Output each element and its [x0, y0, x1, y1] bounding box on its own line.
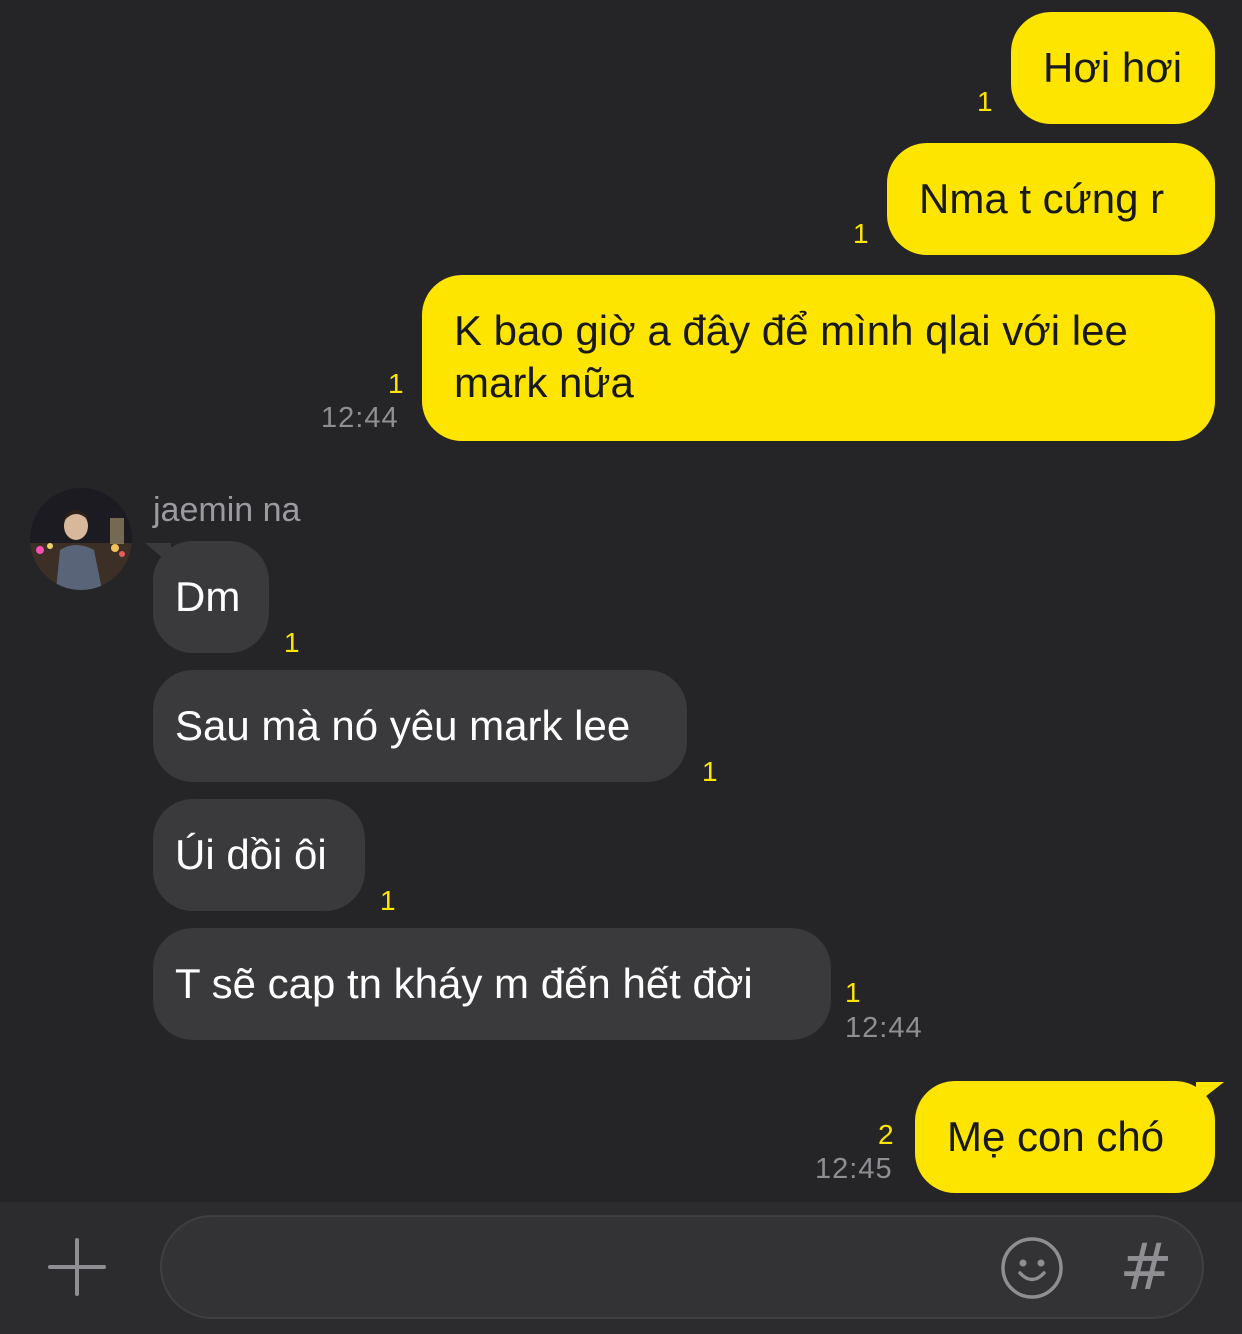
smiley-icon	[1001, 1237, 1063, 1299]
message-bubble-incoming[interactable]: Sau mà nó yêu mark lee	[153, 670, 687, 782]
message-bubble-incoming[interactable]: T sẽ cap tn kháy m đến hết đời	[153, 928, 831, 1040]
message-timestamp: 12:44	[845, 1012, 923, 1044]
message-bubble-outgoing[interactable]: Mẹ con chó	[915, 1081, 1215, 1193]
message-bubble-outgoing[interactable]: K bao giờ a đây để mình qlai với lee mar…	[422, 275, 1215, 441]
unread-count: 1	[284, 627, 300, 658]
contact-avatar[interactable]	[30, 488, 132, 590]
chat-area[interactable]: Hơi hơi 1 Nma t cứng r 1 K bao giờ a đây…	[0, 0, 1242, 1202]
unread-count: 1	[853, 218, 869, 249]
message-bubble-outgoing[interactable]: Nma t cứng r	[887, 143, 1215, 255]
message-text: Hơi hơi	[1043, 44, 1183, 91]
plus-icon	[48, 1238, 106, 1296]
unread-count: 1	[977, 86, 993, 117]
message-input[interactable]	[192, 1243, 996, 1295]
unread-count: 1	[380, 885, 396, 916]
hashtag-search-button[interactable]: #	[1118, 1236, 1174, 1300]
message-bubble-incoming[interactable]: Dm	[153, 541, 269, 653]
message-text: Sau mà nó yêu mark lee	[175, 702, 631, 749]
unread-count: 1	[845, 977, 861, 1008]
message-text: Nma t cứng r	[919, 175, 1165, 222]
message-text: Úi dồi ôi	[175, 831, 327, 878]
profile-photo-icon	[30, 488, 132, 590]
message-text: Dm	[175, 573, 241, 620]
message-timestamp: 12:45	[815, 1153, 893, 1185]
contact-name: jaemin na	[153, 491, 301, 529]
unread-count: 2	[878, 1119, 894, 1150]
message-text: K bao giờ a đây để mình qlai với lee mar…	[454, 307, 1128, 406]
message-bubble-outgoing[interactable]: Hơi hơi	[1011, 12, 1215, 124]
unread-count: 1	[388, 368, 404, 399]
unread-count: 1	[702, 756, 718, 787]
emoji-button[interactable]	[1000, 1236, 1064, 1300]
message-text: Mẹ con chó	[947, 1113, 1165, 1160]
message-timestamp: 12:44	[321, 402, 399, 434]
attach-button[interactable]	[48, 1238, 106, 1296]
message-bubble-incoming[interactable]: Úi dồi ôi	[153, 799, 365, 911]
message-text: T sẽ cap tn kháy m đến hết đời	[175, 960, 753, 1007]
